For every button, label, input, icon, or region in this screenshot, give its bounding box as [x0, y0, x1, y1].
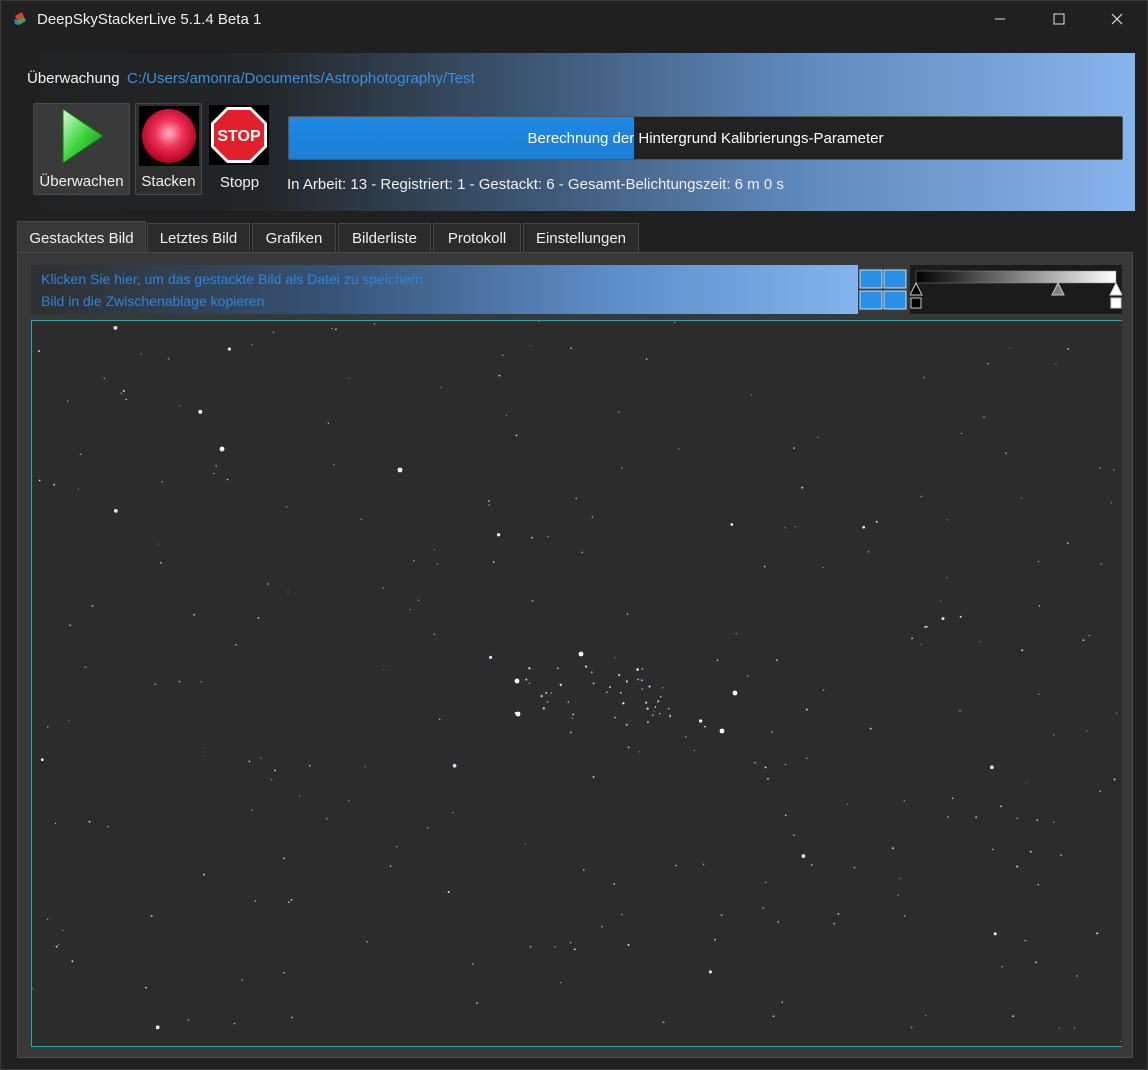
black-point-handle[interactable] [909, 281, 923, 309]
stop-button[interactable]: STOP Stopp [208, 103, 271, 195]
stacked-image-panel: Klicken Sie hier, um das gestackte Bild … [17, 252, 1133, 1058]
play-icon [60, 106, 106, 170]
app-window: DeepSkyStackerLive 5.1.4 Beta 1 Überwach… [0, 0, 1148, 1070]
stacked-image-view[interactable] [31, 320, 1122, 1047]
stop-button-label: Stopp [219, 174, 260, 191]
close-icon [1111, 12, 1123, 29]
progress-text: Berechnung der Hintergrund Kalibrierungs… [527, 130, 884, 147]
copy-to-clipboard-link[interactable]: Bild in die Zwischenablage kopieren [41, 293, 264, 309]
tab-image-list[interactable]: Bilderliste [338, 223, 431, 253]
save-image-link[interactable]: Klicken Sie hier, um das gestackte Bild … [41, 271, 423, 287]
close-button[interactable] [1088, 1, 1146, 39]
tab-stacked-image[interactable]: Gestacktes Bild [17, 221, 146, 254]
stack-button-label: Stacken [141, 173, 196, 190]
image-actions-bar: Klicken Sie hier, um das gestackte Bild … [31, 265, 858, 314]
stop-sign-icon: STOP [209, 105, 269, 169]
minimize-button[interactable] [971, 1, 1029, 39]
minimize-icon [994, 12, 1006, 29]
watch-button[interactable]: Überwachen [33, 103, 130, 195]
histogram-levels-control[interactable] [909, 265, 1123, 314]
watch-button-label: Überwachen [39, 173, 124, 190]
tab-graphs[interactable]: Grafiken [252, 223, 336, 253]
status-text: In Arbeit: 13 - Registriert: 1 - Gestack… [287, 176, 784, 193]
record-icon [139, 106, 199, 170]
monitoring-label: Überwachung [27, 70, 120, 87]
four-panel-view-icon[interactable] [858, 267, 908, 313]
tab-log[interactable]: Protokoll [433, 223, 521, 253]
tab-settings[interactable]: Einstellungen [523, 223, 639, 253]
maximize-icon [1053, 12, 1065, 29]
title-bar[interactable]: DeepSkyStackerLive 5.1.4 Beta 1 [1, 1, 1147, 39]
star-field-image [32, 321, 1121, 1043]
monitoring-header: Überwachung C:/Users/amonra/Documents/As… [15, 53, 1135, 211]
dss-logo-icon [13, 11, 29, 27]
window-title: DeepSkyStackerLive 5.1.4 Beta 1 [37, 11, 262, 28]
midtone-handle[interactable] [1051, 281, 1065, 296]
white-point-handle[interactable] [1109, 281, 1123, 309]
monitoring-folder-link[interactable]: C:/Users/amonra/Documents/Astrophotograp… [127, 70, 475, 87]
stop-sign-text: STOP [217, 128, 261, 145]
stack-button[interactable]: Stacken [135, 103, 202, 195]
progress-bar: Berechnung der Hintergrund Kalibrierungs… [288, 116, 1123, 160]
maximize-button[interactable] [1030, 1, 1088, 39]
tab-last-image[interactable]: Letztes Bild [147, 223, 250, 253]
